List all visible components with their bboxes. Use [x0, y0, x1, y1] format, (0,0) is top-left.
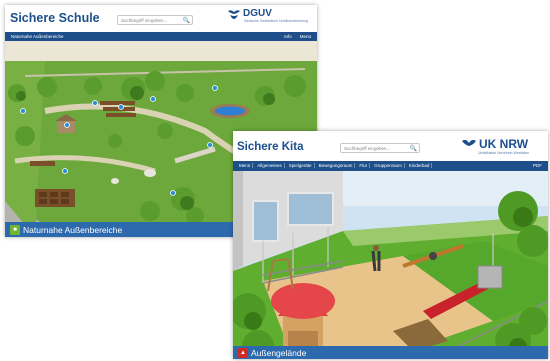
schule-caption-text: Naturnahe Außenbereiche — [23, 224, 123, 235]
uk-nrw-emblem-icon — [462, 139, 476, 146]
kita-caption-text: Außengelände — [251, 347, 307, 358]
kita-brand-title[interactable]: Sichere Kita — [237, 141, 303, 153]
search-icon[interactable]: 🔍 — [410, 145, 419, 152]
kita-nav-kinderbad[interactable]: Kinderbad — [407, 163, 433, 168]
dguv-logo: DGUV Deutsche Gesetzliche Unfallversiche… — [227, 8, 308, 23]
schule-menu-link[interactable]: Menü — [300, 34, 311, 39]
uk-nrw-logo-text: UK NRW — [479, 137, 529, 151]
schule-brand-title[interactable]: Sichere Schule — [10, 11, 100, 25]
kita-nav-allgemeines[interactable]: Allgemeines — [255, 163, 285, 168]
uk-nrw-logo-subtitle: Unfallkasse Nordrhein-Westfalen — [478, 151, 530, 155]
schule-header: Sichere Schule Suchbegriff eingeben... 🔍… — [5, 5, 317, 31]
kita-nav-spielgeraete[interactable]: Spielgeräte — [287, 163, 315, 168]
schule-search-field[interactable]: Suchbegriff eingeben... 🔍 — [117, 15, 193, 25]
kita-caption-bar[interactable]: ▲ Außengelände — [233, 346, 548, 359]
kita-header: Sichere Kita Suchbegriff eingeben... 🔍 U… — [233, 131, 548, 161]
kita-nav-flur[interactable]: Flur — [357, 163, 371, 168]
schule-info-link[interactable]: Info — [284, 34, 292, 39]
kita-pdf-link[interactable]: PDF — [533, 163, 542, 168]
sichere-kita-window: Sichere Kita Suchbegriff eingeben... 🔍 U… — [233, 131, 548, 359]
nature-area-icon: ■ — [10, 224, 20, 235]
kita-search-field[interactable]: Suchbegriff eingeben... 🔍 — [340, 143, 420, 153]
uk-nrw-logo: UK NRW Unfallkasse Nordrhein-Westfalen — [461, 137, 529, 155]
kita-nav-menu[interactable]: Menü — [237, 163, 254, 168]
kita-nav-bewegungsraum[interactable]: Bewegungsraum — [317, 163, 356, 168]
kita-search-placeholder: Suchbegriff eingeben... — [344, 145, 391, 151]
outdoor-area-icon: ▲ — [238, 347, 248, 358]
kita-nav-bar: Menü Allgemeines Spielgeräte Bewegungsra… — [233, 161, 548, 171]
dguv-emblem-icon — [228, 9, 240, 19]
kita-3d-scene[interactable] — [233, 171, 548, 359]
schule-breadcrumb[interactable]: Naturnahe Außenbereiche — [11, 34, 64, 39]
dguv-logo-text: DGUV — [243, 8, 272, 19]
kita-nav-gruppenraum[interactable]: Gruppenraum — [372, 163, 405, 168]
schule-search-placeholder: Suchbegriff eingeben... — [121, 17, 168, 23]
search-icon[interactable]: 🔍 — [183, 17, 192, 24]
schule-nav-bar: Naturnahe Außenbereiche Info Menü — [5, 32, 317, 41]
dguv-logo-subtitle: Deutsche Gesetzliche Unfallversicherung — [244, 19, 309, 23]
